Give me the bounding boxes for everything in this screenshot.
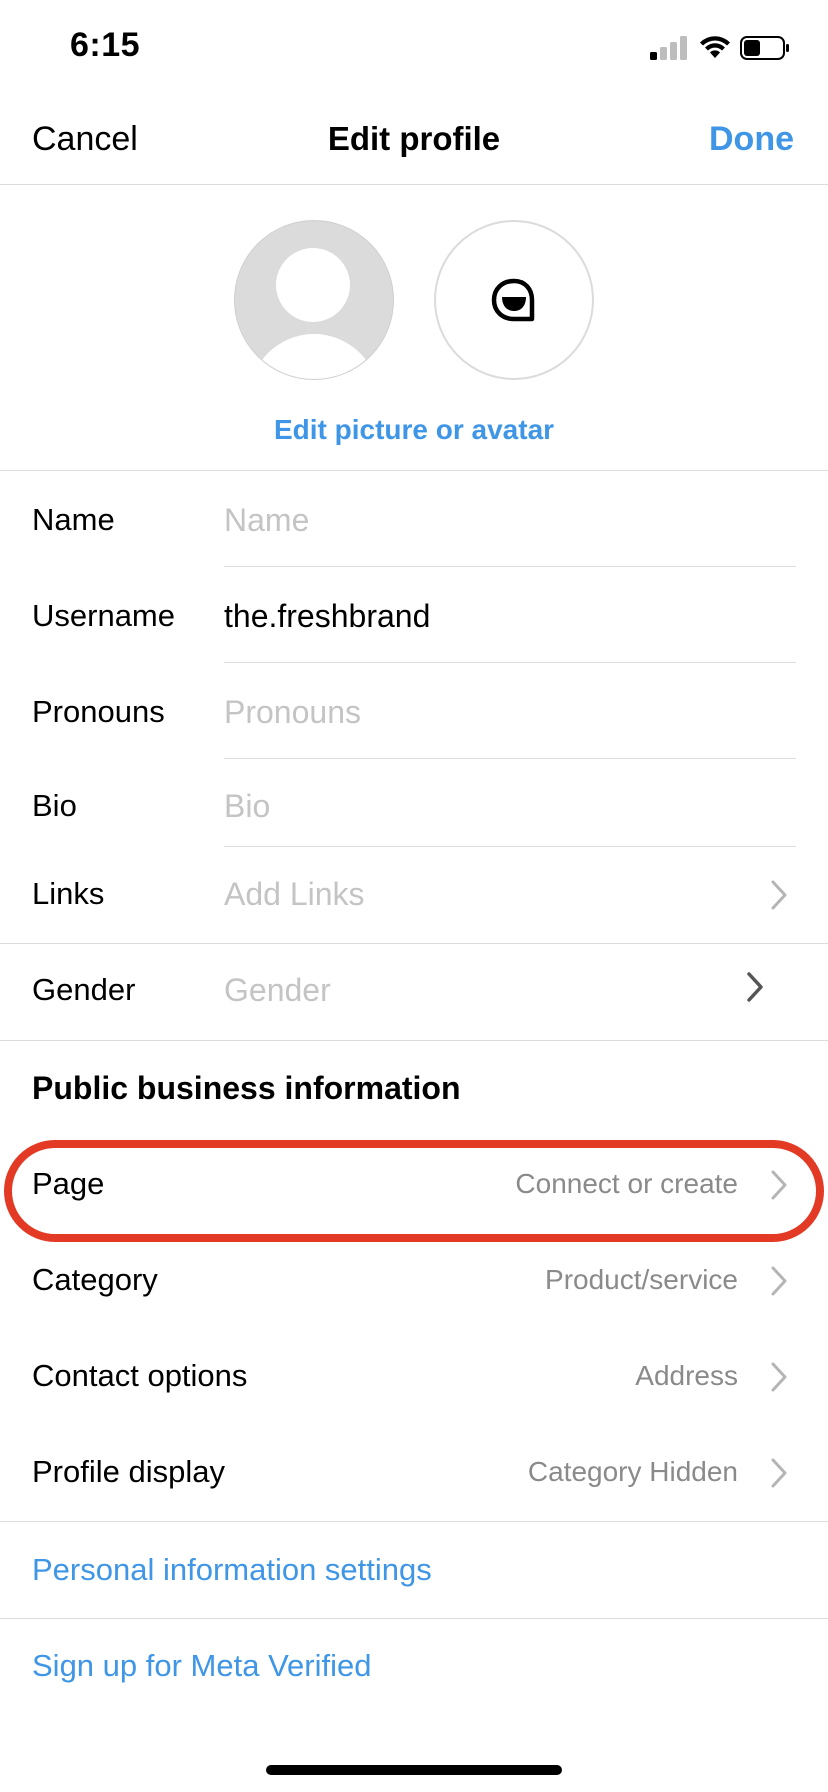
username-input[interactable]: the.freshbrand — [224, 598, 430, 635]
profile-display-value: Category Hidden — [527, 1456, 738, 1487]
bio-input[interactable]: Bio — [224, 788, 270, 825]
chevron-right-icon — [771, 1362, 787, 1392]
divider — [0, 184, 828, 185]
chevron-right-icon — [771, 1266, 787, 1296]
chevron-right-icon — [747, 972, 763, 1002]
divider — [0, 1618, 828, 1619]
divider — [0, 470, 828, 471]
name-input[interactable]: Name — [224, 502, 309, 539]
pronouns-label: Pronouns — [32, 694, 165, 729]
gender-label: Gender — [32, 972, 136, 1007]
name-label: Name — [32, 502, 115, 537]
category-label: Category — [32, 1262, 158, 1297]
edit-picture-link[interactable]: Edit picture or avatar — [0, 414, 828, 446]
chevron-right-icon — [771, 1458, 787, 1488]
avatar-body-shape — [249, 334, 379, 379]
meta-verified-link[interactable]: Sign up for Meta Verified — [32, 1648, 371, 1684]
status-time: 6:15 — [70, 26, 141, 64]
profile-display-row[interactable]: Profile display Category Hidden — [0, 1428, 828, 1524]
cellular-signal-icon — [650, 36, 687, 60]
avatar-button[interactable] — [434, 220, 594, 380]
avatar-face-icon — [491, 278, 535, 322]
page-title: Edit profile — [327, 120, 501, 157]
wifi-icon — [700, 36, 730, 58]
category-row[interactable]: Category Product/service — [0, 1236, 828, 1332]
pronouns-input[interactable]: Pronouns — [224, 694, 361, 731]
contact-options-label: Contact options — [32, 1358, 248, 1393]
divider — [224, 662, 796, 663]
done-button[interactable]: Done — [709, 120, 794, 159]
divider — [224, 758, 796, 759]
links-row[interactable]: Links Add Links — [0, 856, 828, 940]
username-label: Username — [32, 598, 175, 633]
home-indicator[interactable] — [266, 1765, 562, 1775]
links-label: Links — [32, 876, 105, 911]
battery-icon — [740, 36, 789, 60]
personal-information-settings-link[interactable]: Personal information settings — [32, 1552, 432, 1588]
section-heading: Public business information — [32, 1070, 461, 1106]
chevron-right-icon — [771, 880, 787, 910]
divider — [224, 566, 796, 567]
profile-display-label: Profile display — [32, 1454, 225, 1489]
highlight-annotation — [4, 1140, 824, 1242]
bio-label: Bio — [32, 788, 77, 823]
links-input: Add Links — [224, 876, 365, 912]
contact-options-value: Address — [635, 1360, 738, 1391]
profile-picture[interactable] — [234, 220, 394, 380]
divider — [224, 846, 796, 847]
divider — [0, 1521, 828, 1522]
divider — [0, 943, 828, 944]
contact-options-row[interactable]: Contact options Address — [0, 1332, 828, 1428]
gender-row[interactable]: Gender Gender — [0, 946, 828, 1038]
divider — [0, 1040, 828, 1041]
gender-input: Gender — [224, 972, 331, 1008]
avatar-head-shape — [276, 248, 350, 322]
category-value: Product/service — [545, 1264, 738, 1295]
